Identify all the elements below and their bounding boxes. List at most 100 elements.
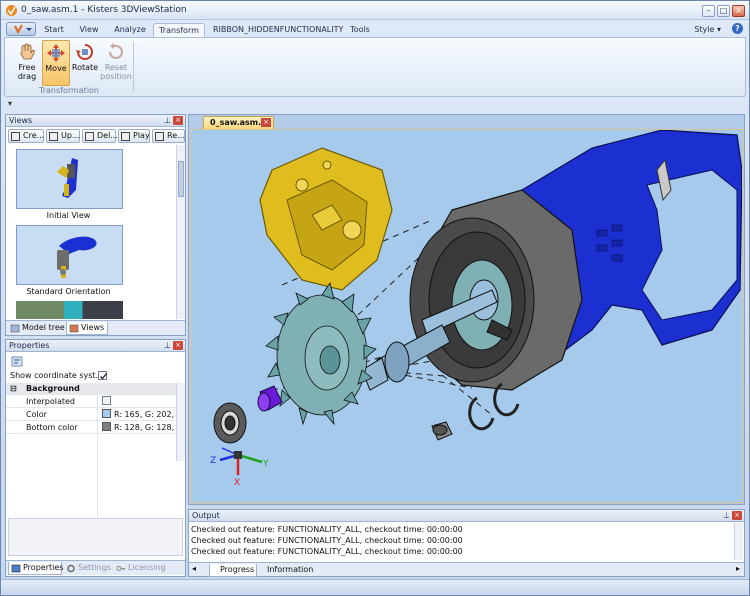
views-scroll-thumb[interactable] (178, 161, 184, 197)
update-view-button[interactable]: Up... (46, 129, 80, 143)
play-label: Play (133, 131, 150, 140)
ball-bearing-part (213, 402, 247, 444)
transformation-group-label: Transformation (38, 86, 100, 95)
property-row-bottom-color[interactable]: Bottom color R: 128, G: 128, B: 128 (6, 422, 178, 434)
show-coordinate-system-row: Show coordinate syst... (6, 370, 178, 382)
delete-view-icon (85, 132, 94, 141)
properties-close-icon[interactable]: × (173, 341, 183, 350)
free-drag-button[interactable]: Free drag (13, 40, 41, 86)
style-menu-label: Style (694, 25, 715, 34)
delete-view-button[interactable]: Del... (82, 129, 118, 143)
properties-pin-icon[interactable]: ⊥ (164, 340, 171, 351)
axis-x-label: X (234, 478, 240, 488)
properties-scrollbar[interactable] (176, 383, 185, 461)
property-description-area (8, 518, 183, 556)
progress-tab[interactable]: Progress (209, 564, 257, 577)
create-view-button[interactable]: Cre... (8, 129, 44, 143)
views-pane-title: Views (9, 116, 33, 125)
move-arrows-icon (47, 44, 65, 62)
output-scrollbar[interactable] (734, 523, 743, 560)
output-pin-icon[interactable]: ⊥ (723, 510, 730, 521)
views-scrollbar[interactable] (176, 145, 185, 319)
update-view-label: Up... (61, 131, 80, 140)
output-close-icon[interactable]: × (732, 511, 742, 520)
tab-transform[interactable]: Transform (153, 23, 205, 37)
status-bar (1, 579, 749, 595)
screw-part (431, 421, 453, 441)
help-icon[interactable]: ? (732, 23, 743, 34)
property-grid-divider (97, 383, 98, 518)
sort-icon[interactable] (11, 356, 23, 367)
pin-icon[interactable]: ⊥ (164, 115, 171, 126)
create-view-icon (11, 132, 20, 141)
output-tabs: ◂ Progress Information ▸ (189, 562, 744, 577)
style-menu[interactable]: Style ▾ (694, 25, 721, 34)
scroll-right-icon[interactable]: ▸ (736, 564, 740, 573)
axis-y-label: Y (262, 459, 269, 469)
properties-tab[interactable]: Properties (8, 562, 64, 575)
property-row-color[interactable]: Color R: 165, G: 202, B: 236 (6, 409, 178, 421)
tab-analyze[interactable]: Analyze (111, 23, 149, 37)
group-separator (133, 42, 134, 92)
show-coordinate-system-checkbox[interactable] (98, 371, 108, 380)
properties-pane: Properties ⊥ × Show coordinate syst... ⊟… (5, 339, 186, 577)
close-button[interactable]: × (732, 5, 745, 17)
initial-view-drill-image (57, 158, 78, 198)
licensing-tab[interactable]: Licensing (114, 562, 166, 575)
cooling-fan-part (265, 282, 377, 426)
title-bar: 0_saw.asm.1 - Kisters 3DViewStation – □ … (1, 1, 749, 20)
3d-viewport[interactable]: X Y Z (191, 129, 743, 503)
property-row-interpolated: Interpolated (6, 396, 178, 408)
settings-tab[interactable]: Settings (64, 562, 112, 575)
app-menu-icon (14, 24, 32, 35)
information-tab-label: Information (267, 565, 314, 574)
update-view-icon (49, 132, 58, 141)
views-tab-label: Views (81, 323, 105, 332)
standard-orientation-thumbnail[interactable] (16, 225, 123, 285)
axis-triad: X Y Z (210, 447, 269, 488)
information-tab[interactable]: Information (259, 564, 315, 577)
settings-tab-label: Settings (78, 563, 111, 572)
properties-tab-label: Properties (23, 563, 64, 572)
reset-position-button[interactable]: Reset position (100, 40, 132, 86)
background-section-header[interactable]: ⊟ Background (6, 383, 178, 395)
scroll-left-icon[interactable]: ◂ (192, 564, 196, 573)
initial-view-thumbnail[interactable] (16, 149, 123, 209)
move-button[interactable]: Move (42, 40, 70, 86)
quick-access-chevron-icon[interactable]: ▾ (8, 99, 12, 108)
show-coordinate-system-label: Show coordinate syst... (10, 371, 104, 380)
properties-pane-header: Properties ⊥ × (6, 340, 185, 352)
interpolated-checkbox[interactable] (102, 396, 111, 405)
output-line: Checked out feature: FUNCTIONALITY_ALL, … (191, 525, 463, 534)
reset-position-icon (109, 43, 123, 59)
standard-orientation-label: Standard Orientation (26, 287, 111, 296)
app-icon[interactable] (5, 4, 18, 17)
document-tab-close-icon[interactable]: × (261, 118, 271, 127)
tab-tools[interactable]: Tools (345, 23, 375, 37)
output-line: Checked out feature: FUNCTIONALITY_ALL, … (191, 536, 463, 545)
tab-start[interactable]: Start (41, 23, 67, 37)
app-window: 0_saw.asm.1 - Kisters 3DViewStation – □ … (0, 0, 750, 596)
free-drag-label-2: drag (17, 72, 37, 81)
tab-view[interactable]: View (76, 23, 102, 37)
left-pane-tabs: Model tree Views (6, 320, 185, 335)
views-tab[interactable]: Views (66, 322, 108, 335)
tab-ribbon-hidden-functionality[interactable]: RIBBON_HIDDENFUNCTIONALITY (213, 23, 343, 37)
hand-drag-icon (20, 43, 35, 60)
application-menu-button[interactable] (6, 22, 36, 36)
minimize-button[interactable]: – (702, 5, 715, 17)
model-tree-tab-label: Model tree (22, 323, 65, 332)
collapse-icon[interactable]: ⊟ (10, 383, 17, 395)
standard-orientation-drill-image (57, 236, 97, 278)
third-view-thumbnail[interactable] (16, 301, 123, 319)
views-pane-close-icon[interactable]: × (173, 116, 183, 125)
maximize-button[interactable]: □ (717, 5, 730, 17)
quick-access-toolbar[interactable]: ▾ (4, 99, 746, 111)
model-tree-tab[interactable]: Model tree (8, 322, 66, 335)
play-views-button[interactable]: Play (118, 129, 150, 143)
settings-gear-icon (67, 564, 75, 573)
rename-view-button[interactable]: Re... (152, 129, 185, 143)
rotate-button[interactable]: Rotate (71, 40, 99, 86)
saw-assembly-model: X Y Z (210, 129, 743, 488)
bottom-color-swatch (102, 422, 111, 431)
